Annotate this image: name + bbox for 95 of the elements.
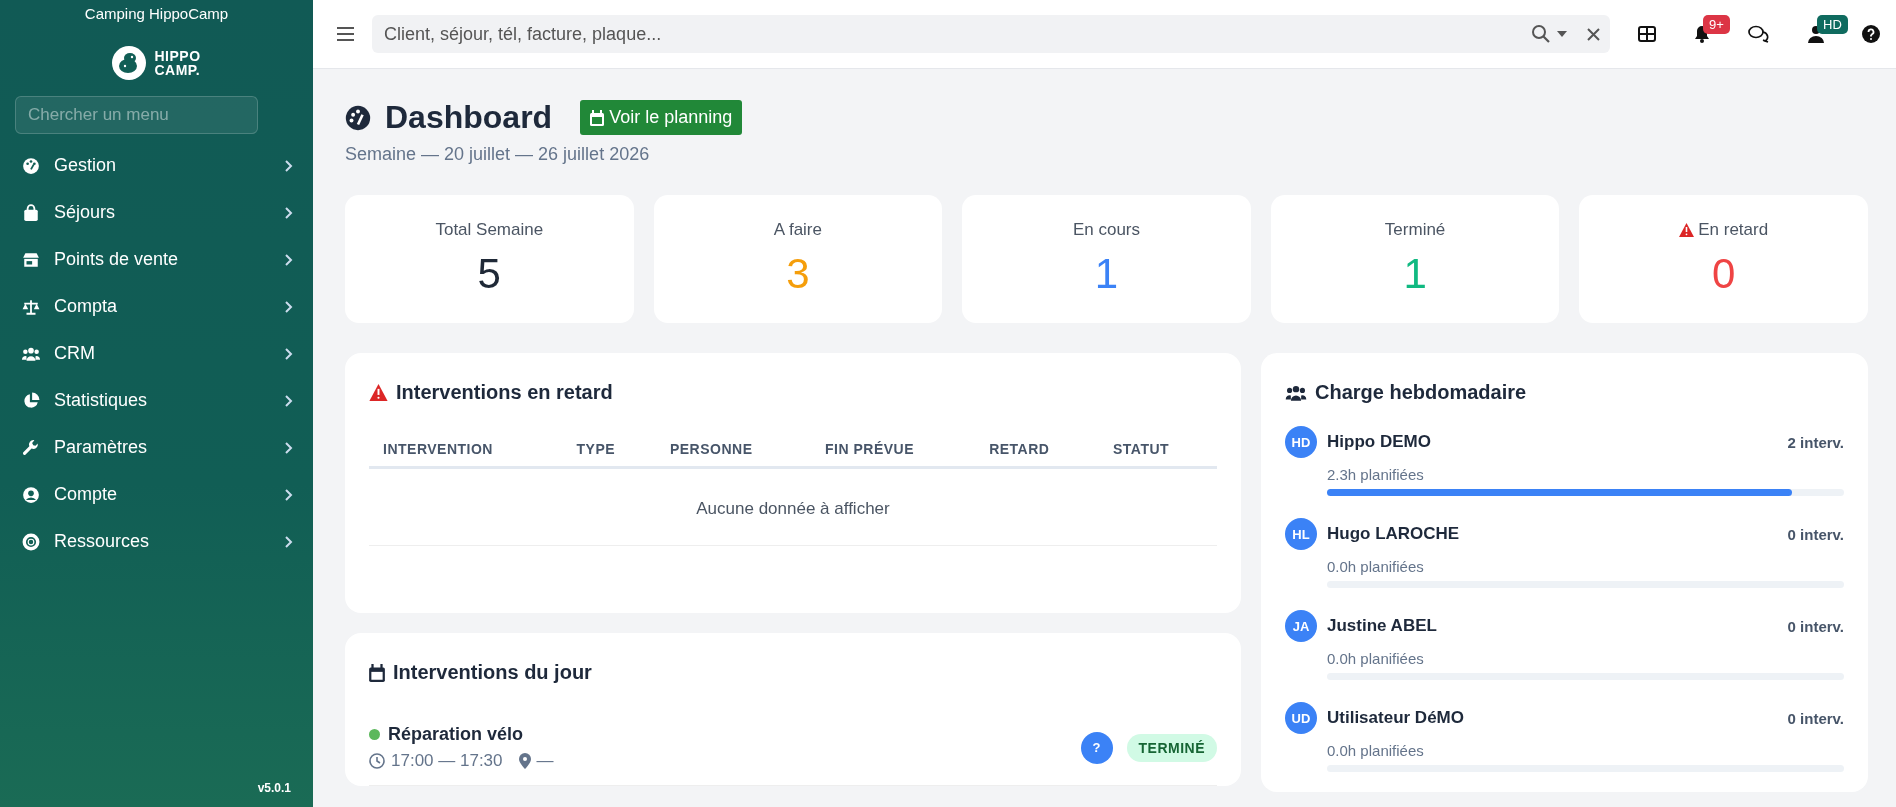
bag-icon xyxy=(22,203,40,222)
caret-icon[interactable] xyxy=(1557,31,1567,37)
chevron-right-icon xyxy=(284,393,293,408)
menu-icon[interactable] xyxy=(337,27,354,41)
wrench-icon xyxy=(22,438,40,457)
calendar-icon xyxy=(369,663,385,682)
location-pin-icon xyxy=(518,753,531,769)
hippo-logo-icon xyxy=(112,46,147,80)
gauge-icon xyxy=(22,156,40,175)
version-label: v5.0.1 xyxy=(256,781,292,795)
intervention-count: 2 interv. xyxy=(1787,433,1844,451)
gauge-icon xyxy=(345,104,371,131)
status-badge: TERMINÉ xyxy=(1126,733,1217,762)
chevron-right-icon xyxy=(284,299,293,314)
sidebar-item[interactable]: Statistiques xyxy=(0,377,313,424)
warning-icon xyxy=(1679,223,1695,237)
chevron-right-icon xyxy=(284,252,293,267)
chevron-right-icon xyxy=(284,534,293,549)
sidebar-item[interactable]: Compta xyxy=(0,283,313,330)
sidebar-item[interactable]: Compte xyxy=(0,471,313,518)
column-header: STATUT xyxy=(1098,432,1217,468)
grid-icon[interactable] xyxy=(1638,26,1656,42)
panel-title: Interventions du jour xyxy=(393,661,592,684)
chevron-right-icon xyxy=(284,440,293,455)
chevron-right-icon xyxy=(284,158,293,173)
stat-value: 0 xyxy=(1712,250,1736,298)
column-header: PERSONNE xyxy=(655,432,811,468)
avatar-initials: HD xyxy=(1285,426,1317,458)
sidebar-item[interactable]: Séjours xyxy=(0,189,313,236)
stat-label: En retard xyxy=(1698,220,1769,240)
panel-title: Interventions en retard xyxy=(396,381,613,404)
avatar-initials: JA xyxy=(1285,610,1317,642)
notification-badge: 9+ xyxy=(1703,15,1730,34)
intervention-count: 0 interv. xyxy=(1787,617,1844,635)
panel-title: Charge hebdomadaire xyxy=(1315,381,1527,404)
column-header: INTERVENTION xyxy=(369,432,563,468)
user-circle-icon xyxy=(22,485,40,504)
week-range: Semaine — 20 juillet — 26 juillet 2026 xyxy=(345,144,651,165)
avatar-initials: HL xyxy=(1285,518,1317,550)
empty-message: Aucune donnée à afficher xyxy=(369,467,1217,546)
column-header: RETARD xyxy=(975,432,1099,468)
warning-icon xyxy=(369,384,388,401)
avatar-initials: UD xyxy=(1285,702,1317,734)
sidebar-item[interactable]: Ressources xyxy=(0,518,313,565)
sidebar-item[interactable]: Paramètres xyxy=(0,424,313,471)
search-icon[interactable] xyxy=(1531,24,1551,44)
page-title: Dashboard xyxy=(385,99,553,136)
search-bar[interactable]: Client, séjour, tél, facture, plaque... xyxy=(372,15,1610,53)
sidebar-item[interactable]: Points de vente xyxy=(0,236,313,283)
stat-label: Terminé xyxy=(1384,220,1446,240)
chevron-right-icon xyxy=(284,487,293,502)
person-name: Hugo LAROCHE xyxy=(1327,524,1461,544)
stat-value: 3 xyxy=(786,250,810,298)
planned-hours: 0.0h planifiées xyxy=(1327,650,1425,667)
user-initials-badge: HD xyxy=(1817,15,1848,34)
store-icon xyxy=(22,250,40,269)
users-icon xyxy=(1285,383,1307,402)
sidebar-item[interactable]: CRM xyxy=(0,330,313,377)
time-range: 17:00 — 17:30 xyxy=(391,751,503,771)
stat-label: Total Semaine xyxy=(435,220,544,240)
logo-text: CAMP. xyxy=(154,63,201,77)
planned-hours: 2.3h planifiées xyxy=(1327,466,1425,483)
stat-label: A faire xyxy=(773,220,822,240)
person-name: Hippo DEMO xyxy=(1327,432,1432,452)
column-header: TYPE xyxy=(562,432,656,468)
organization-name: Camping HippoCamp xyxy=(83,4,230,22)
stat-value: 5 xyxy=(477,250,501,298)
intervention-count: 0 interv. xyxy=(1787,709,1844,727)
chevron-right-icon xyxy=(284,346,293,361)
column-header: FIN PRÉVUE xyxy=(811,432,976,468)
planned-hours: 0.0h planifiées xyxy=(1327,742,1425,759)
location: — xyxy=(536,751,554,771)
chevron-right-icon xyxy=(284,205,293,220)
help-icon[interactable] xyxy=(1862,25,1880,43)
stat-label: En cours xyxy=(1072,220,1141,240)
pie-chart-icon xyxy=(22,391,40,410)
calendar-icon xyxy=(590,109,605,126)
clock-icon xyxy=(369,753,385,769)
chat-icon[interactable] xyxy=(1748,25,1770,43)
user-icon[interactable] xyxy=(1808,25,1824,43)
assignee-avatar: ? xyxy=(1080,731,1113,764)
logo-text: HIPPO xyxy=(154,49,201,63)
person-name: Justine ABEL xyxy=(1327,616,1438,636)
person-name: Utilisateur DéMO xyxy=(1327,708,1465,728)
intervention-title: Réparation vélo xyxy=(388,724,524,745)
intervention-count: 0 interv. xyxy=(1787,525,1844,543)
close-icon[interactable] xyxy=(1587,27,1600,41)
view-planning-button[interactable]: Voir le planning xyxy=(580,100,743,135)
scale-icon xyxy=(22,297,40,316)
lifebuoy-icon xyxy=(22,532,40,551)
stat-value: 1 xyxy=(1094,250,1119,298)
sidebar-item[interactable]: Gestion xyxy=(0,142,313,189)
global-search-field[interactable]: Client, séjour, tél, facture, plaque... xyxy=(382,22,1531,46)
planned-hours: 0.0h planifiées xyxy=(1327,558,1425,575)
stat-value: 1 xyxy=(1403,250,1427,298)
